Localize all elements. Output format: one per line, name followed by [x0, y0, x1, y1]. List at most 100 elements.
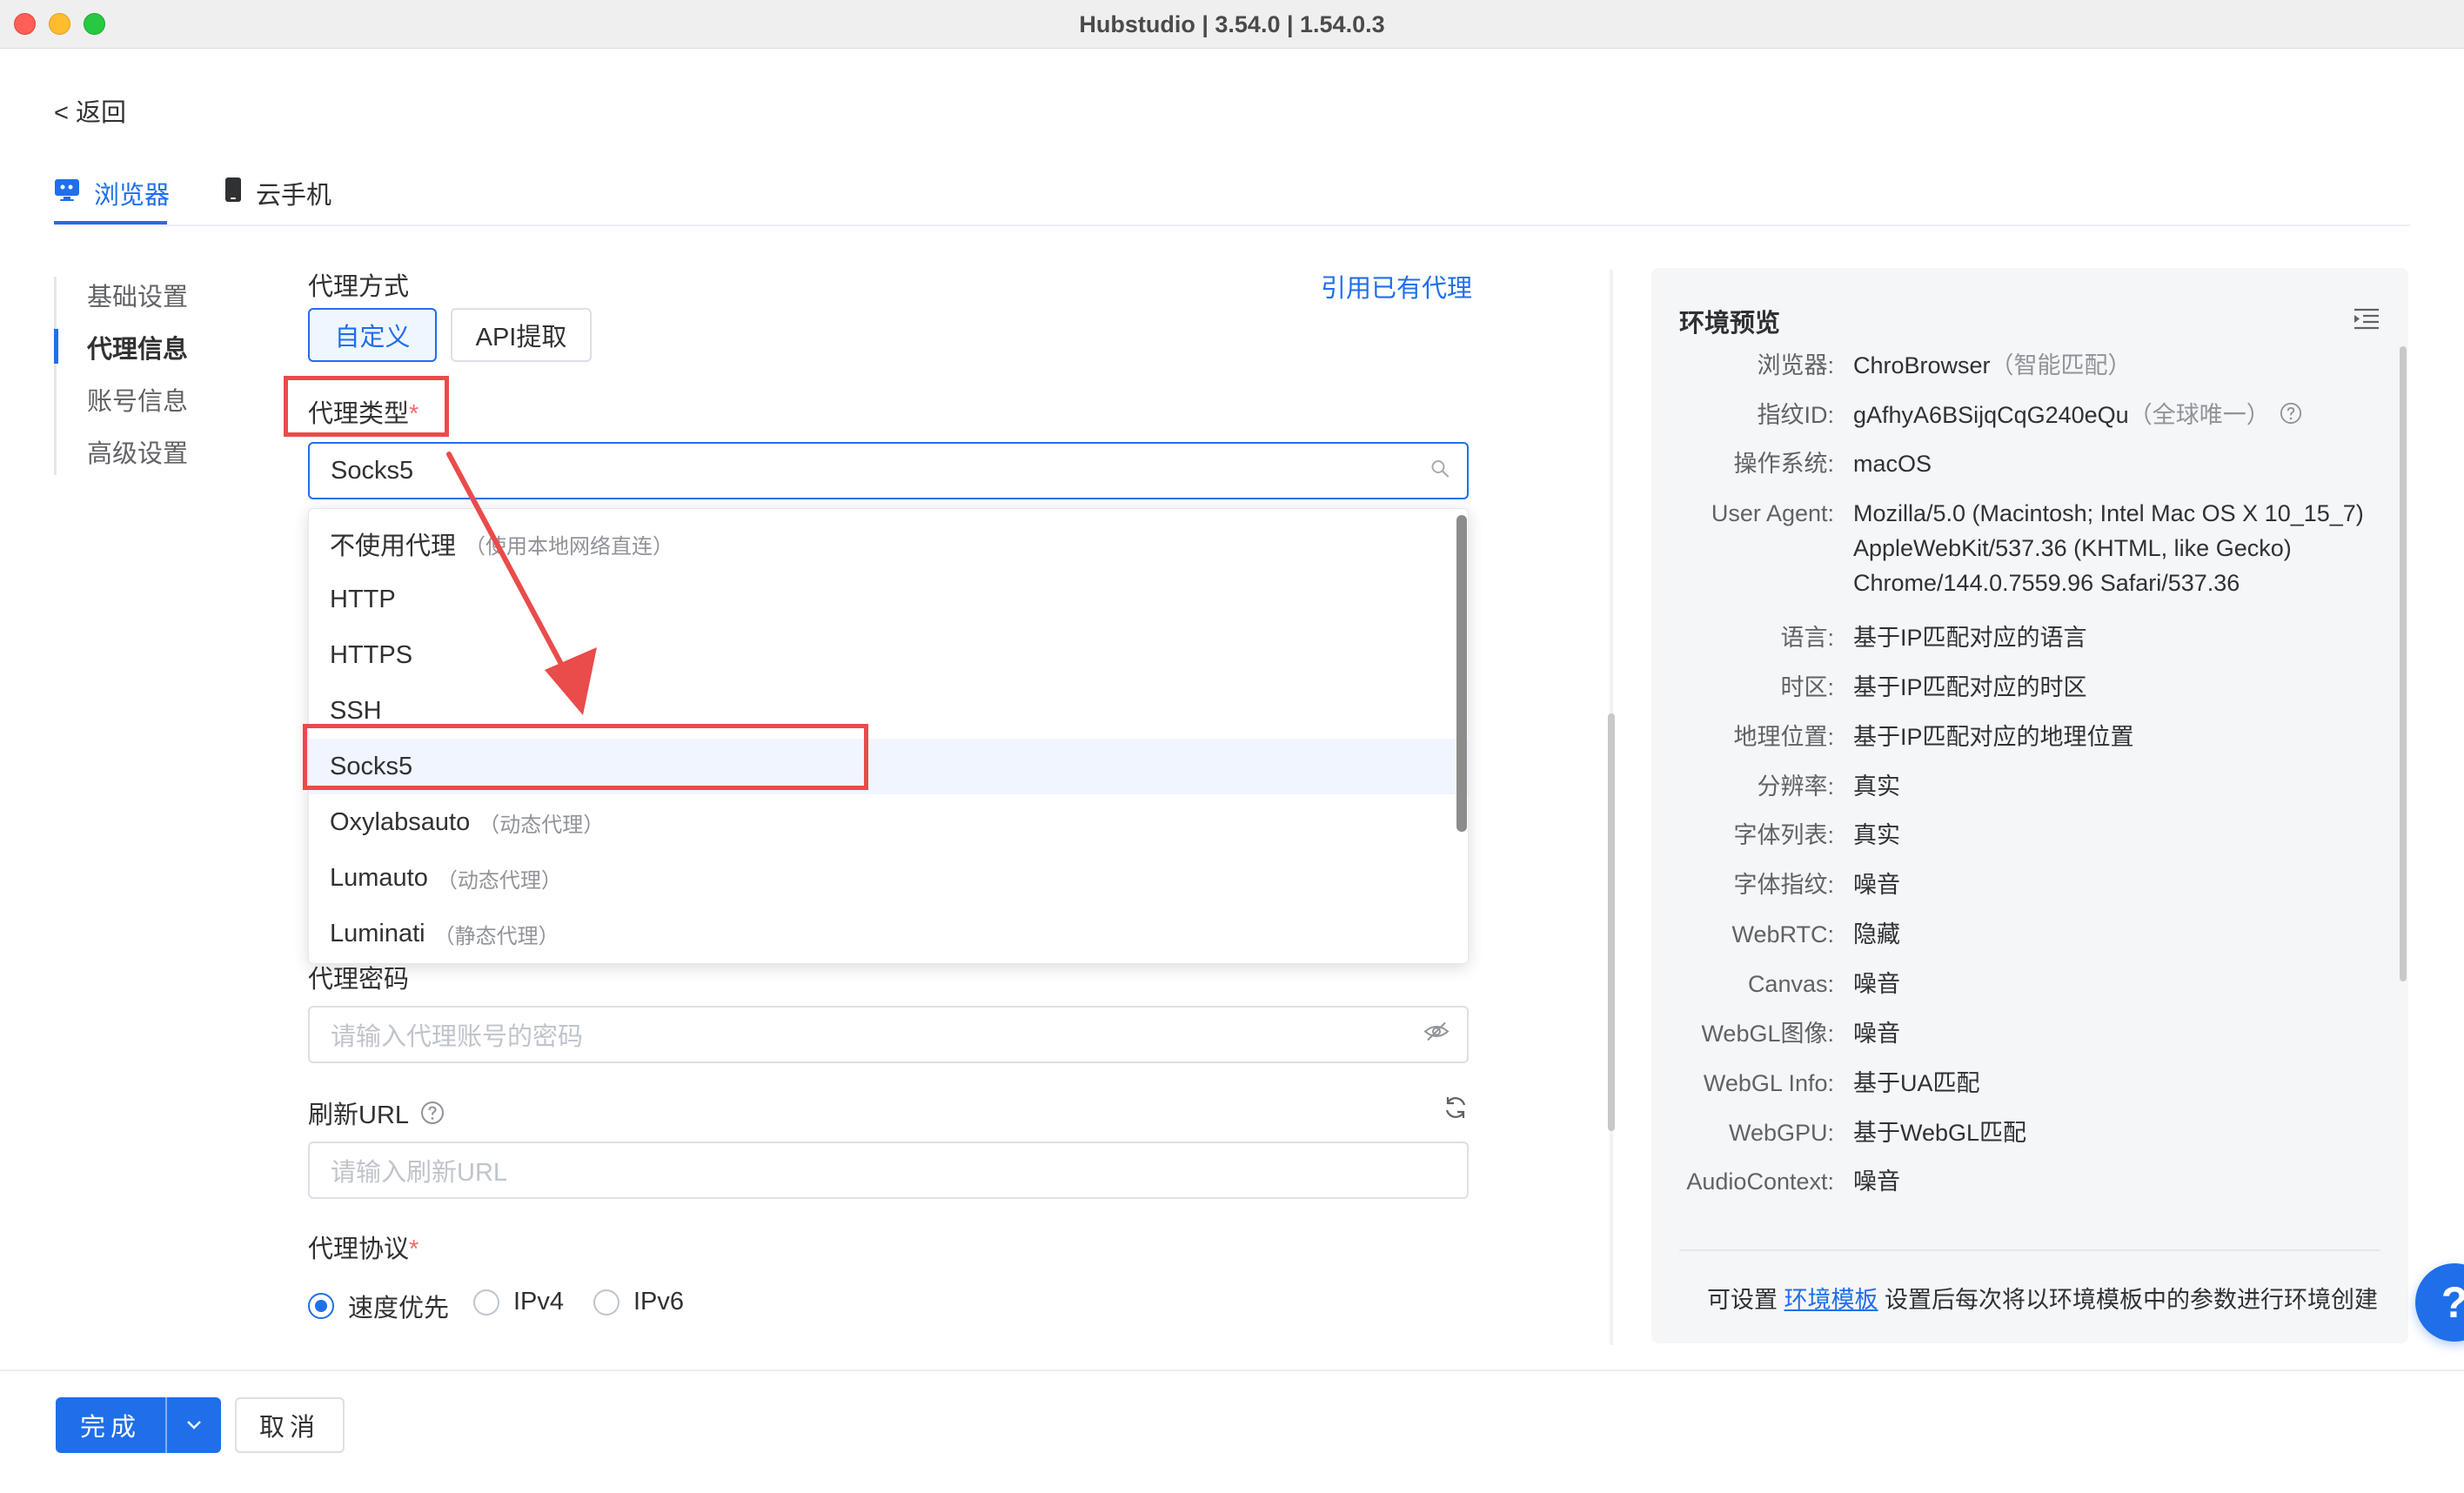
api-mode-button[interactable]: API提取: [451, 308, 592, 362]
proxy-password-label: 代理密码: [308, 966, 410, 994]
row-key: AudioContext:: [1686, 1168, 1834, 1195]
sidebar-item-advanced-settings[interactable]: 高级设置: [87, 433, 188, 470]
sidebar-item-account-info[interactable]: 账号信息: [87, 381, 188, 418]
footer-suffix: 设置后每次将以环境模板中的参数进行环境创建: [1885, 1287, 2379, 1313]
sidebar-item-proxy-info[interactable]: 代理信息: [87, 329, 188, 365]
row-value: 噪音: [1853, 1021, 1900, 1047]
radio-ipv6[interactable]: IPv6: [593, 1288, 684, 1316]
row-key: 字体指纹:: [1733, 872, 1834, 898]
option-label: 不使用代理: [330, 532, 457, 560]
row-key: 分辨率:: [1757, 773, 1834, 800]
form-scrollbar[interactable]: [1608, 713, 1615, 1131]
proxy-mode-label: 代理方式: [308, 273, 410, 301]
option-note: （动态代理）: [436, 868, 562, 893]
help-circle-icon[interactable]: [420, 1101, 445, 1132]
row-key: User Agent:: [1711, 500, 1834, 526]
tab-browser[interactable]: 浏览器: [54, 174, 170, 212]
footer-divider: [0, 1369, 2464, 1371]
environment-template-link[interactable]: 环境模板: [1784, 1287, 1878, 1313]
window-titlebar: Hubstudio | 3.54.0 | 1.54.0.3: [0, 0, 2464, 49]
cancel-button[interactable]: 取消: [235, 1397, 345, 1453]
row-key: 操作系统:: [1733, 451, 1834, 477]
radio-ipv4[interactable]: IPv4: [473, 1288, 564, 1316]
preview-title: 环境预览: [1679, 310, 1781, 338]
proxy-password-placeholder: 请输入代理账号的密码: [331, 1023, 584, 1051]
environment-preview-panel: 环境预览 浏览器: ChroBrowser（智能匹配） 指纹ID: gAfhyA…: [1651, 268, 2408, 1343]
option-note: （使用本地网络直连）: [465, 534, 674, 559]
done-button[interactable]: 完成: [56, 1397, 221, 1453]
eye-hidden-icon[interactable]: [1423, 1021, 1450, 1049]
dropdown-option-no-proxy[interactable]: 不使用代理 （使用本地网络直连）: [309, 516, 1468, 572]
refresh-url-placeholder: 请输入刷新URL: [331, 1159, 508, 1187]
collapse-menu-icon[interactable]: [2353, 306, 2380, 335]
sidebar-track: [54, 277, 57, 475]
value-note: （全球唯一）: [2128, 402, 2270, 428]
option-note: （静态代理）: [433, 924, 559, 948]
back-link[interactable]: < 返回: [54, 92, 126, 129]
row-value: 隐藏: [1853, 921, 1900, 947]
radio-speed-priority[interactable]: 速度优先: [308, 1288, 449, 1324]
footer-prefix: 可设置: [1707, 1287, 1778, 1313]
row-key: WebGL Info:: [1703, 1070, 1834, 1096]
row-value: 真实: [1853, 773, 1900, 800]
tab-browser-label: 浏览器: [94, 182, 171, 210]
option-label: Lumauto: [330, 863, 428, 892]
row-key: WebGPU:: [1728, 1120, 1834, 1146]
proxy-protocol-label: 代理协议*: [308, 1229, 418, 1265]
row-value: Mozilla/5.0 (Macintosh; Intel Mac OS X 1…: [1853, 500, 2364, 596]
row-value: ChroBrowser（智能匹配）: [1853, 348, 2384, 383]
tab-cloud-phone[interactable]: 云手机: [224, 174, 331, 212]
chevron-down-icon[interactable]: [167, 1420, 221, 1430]
radio-dot: [593, 1289, 619, 1316]
row-value: 噪音: [1853, 1168, 1900, 1195]
radio-label: 速度优先: [348, 1295, 450, 1322]
option-label: Luminati: [330, 919, 425, 947]
value-text: gAfhyA6BSijqCqG240eQu: [1853, 402, 2129, 428]
annotation-box-socks5: [303, 724, 868, 790]
radio-dot: [308, 1293, 334, 1319]
sidebar-item-basic-settings[interactable]: 基础设置: [87, 277, 188, 313]
help-button[interactable]: ?: [2415, 1263, 2464, 1342]
refresh-icon[interactable]: [1443, 1095, 1469, 1125]
dropdown-option-lumauto[interactable]: Lumauto （动态代理）: [309, 850, 1468, 906]
refresh-url-input[interactable]: 请输入刷新URL: [308, 1142, 1469, 1199]
option-label: HTTPS: [330, 640, 413, 669]
row-value: 基于IP匹配对应的语言: [1853, 625, 2087, 651]
row-key: 时区:: [1780, 674, 1834, 700]
custom-mode-button[interactable]: 自定义: [308, 308, 437, 362]
use-existing-proxy-link[interactable]: 引用已有代理: [1321, 268, 1472, 305]
row-value: 噪音: [1853, 872, 1900, 898]
refresh-url-label: 刷新URL: [308, 1095, 445, 1132]
help-circle-icon[interactable]: [2280, 399, 2302, 434]
value-note: （智能匹配）: [1990, 352, 2132, 378]
dropdown-option-http[interactable]: HTTP: [309, 572, 1468, 627]
row-key: WebRTC:: [1731, 921, 1834, 947]
proxy-password-input[interactable]: 请输入代理账号的密码: [308, 1006, 1469, 1063]
proxy-type-select[interactable]: Socks5: [308, 442, 1469, 499]
row-key: 浏览器:: [1757, 352, 1834, 378]
phone-icon: [224, 177, 242, 210]
required-mark: *: [409, 1235, 419, 1263]
dropdown-option-https[interactable]: HTTPS: [309, 627, 1468, 683]
tabs-divider: [54, 224, 2410, 226]
option-note: （动态代理）: [479, 813, 605, 837]
row-key: 语言:: [1780, 625, 1834, 651]
preview-scrollbar[interactable]: [2400, 346, 2407, 981]
option-label: HTTP: [330, 585, 396, 613]
option-label: Oxylabsauto: [330, 807, 471, 836]
window-title: Hubstudio | 3.54.0 | 1.54.0.3: [1079, 11, 1385, 37]
radio-label: IPv4: [513, 1288, 565, 1316]
dropdown-scrollbar[interactable]: [1456, 515, 1467, 832]
dropdown-option-oxylabsauto[interactable]: Oxylabsauto （动态代理）: [309, 794, 1468, 850]
dropdown-option-luminati[interactable]: Luminati （静态代理）: [309, 906, 1468, 961]
row-key: 指纹ID:: [1757, 402, 1834, 428]
row-value: gAfhyA6BSijqCqG240eQu（全球唯一）: [1853, 398, 2384, 434]
done-button-label: 完成: [79, 1414, 141, 1442]
row-value: 基于WebGL匹配: [1853, 1120, 2027, 1146]
search-icon: [1430, 457, 1450, 485]
row-value: 基于IP匹配对应的地理位置: [1853, 724, 2134, 750]
tab-cloud-phone-label: 云手机: [256, 182, 332, 210]
row-key: 地理位置:: [1733, 724, 1834, 750]
proxy-type-select-value: Socks5: [331, 456, 414, 485]
row-value: 基于IP匹配对应的时区: [1853, 674, 2087, 700]
